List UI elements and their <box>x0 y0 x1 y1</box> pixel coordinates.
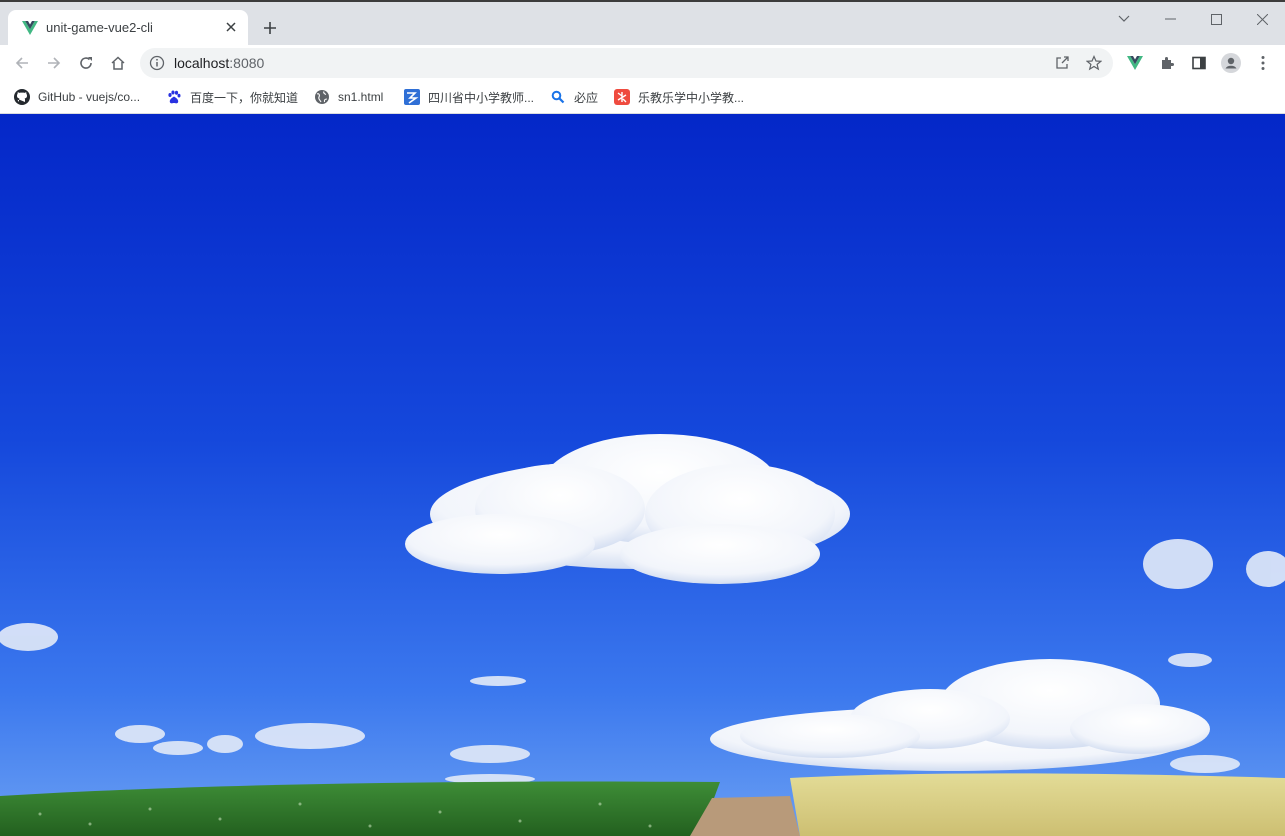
url-host: localhost <box>174 55 230 71</box>
browser-toolbar: localhost:8080 <box>0 45 1285 81</box>
extensions-puzzle-icon[interactable] <box>1157 53 1177 73</box>
bookmarks-bar: GitHub - vuejs/co... 百度一下，你就知道 sn1.html … <box>0 81 1285 114</box>
close-window-icon[interactable] <box>1244 8 1280 30</box>
bookmark-lejiao[interactable]: 乐教乐学中小学教... <box>614 87 744 107</box>
vue-logo-icon <box>22 20 38 35</box>
minimize-icon[interactable] <box>1152 8 1188 30</box>
side-panel-icon[interactable] <box>1189 53 1209 73</box>
back-arrow-icon[interactable] <box>9 50 35 76</box>
profile-avatar-icon[interactable] <box>1221 53 1241 73</box>
wheat-field <box>790 773 1285 836</box>
lejiao-icon <box>614 89 630 105</box>
home-icon[interactable] <box>105 50 131 76</box>
tab-strip: unit-game-vue2-cli <box>0 2 1285 45</box>
bookmark-star-icon[interactable] <box>1085 54 1103 72</box>
new-tab-button[interactable] <box>258 16 282 40</box>
forward-arrow-icon[interactable] <box>41 50 67 76</box>
bookmark-sichuan[interactable]: 四川省中小学教师... <box>404 87 534 107</box>
bookmark-baidu[interactable]: 百度一下，你就知道 <box>166 87 298 107</box>
bookmark-sn1[interactable]: sn1.html <box>314 87 383 107</box>
bookmark-label: 百度一下，你就知道 <box>190 90 299 105</box>
vue-devtools-icon[interactable] <box>1125 53 1145 73</box>
tab-search-icon[interactable] <box>1106 8 1142 30</box>
tab-title: unit-game-vue2-cli <box>46 20 153 35</box>
bookmark-label: 必应 <box>574 90 599 105</box>
bookmark-bing[interactable]: 必应 <box>550 87 598 107</box>
bookmark-github[interactable]: GitHub - vuejs/co... <box>14 87 140 107</box>
page-content <box>0 114 1285 836</box>
bookmark-label: 四川省中小学教师... <box>428 90 535 105</box>
bookmark-label: sn1.html <box>338 90 384 104</box>
tab-active[interactable]: unit-game-vue2-cli <box>8 10 248 45</box>
landscape-image <box>0 114 1285 836</box>
share-icon[interactable] <box>1053 54 1071 72</box>
url-port: :8080 <box>229 55 265 71</box>
address-bar[interactable]: localhost:8080 <box>140 48 1113 78</box>
baidu-paw-icon <box>166 89 182 105</box>
site-info-icon[interactable] <box>149 55 165 71</box>
maximize-icon[interactable] <box>1198 8 1234 30</box>
sichuan-teacher-icon <box>404 89 420 105</box>
bookmark-label: 乐教乐学中小学教... <box>638 90 745 105</box>
url-text: localhost:8080 <box>174 55 264 71</box>
menu-kebab-icon[interactable] <box>1253 53 1273 73</box>
github-icon <box>14 89 30 105</box>
reload-icon[interactable] <box>73 50 99 76</box>
globe-icon <box>314 89 330 105</box>
close-tab-icon[interactable] <box>222 18 240 36</box>
bing-search-icon <box>550 89 566 105</box>
bookmark-label: GitHub - vuejs/co... <box>38 90 141 104</box>
